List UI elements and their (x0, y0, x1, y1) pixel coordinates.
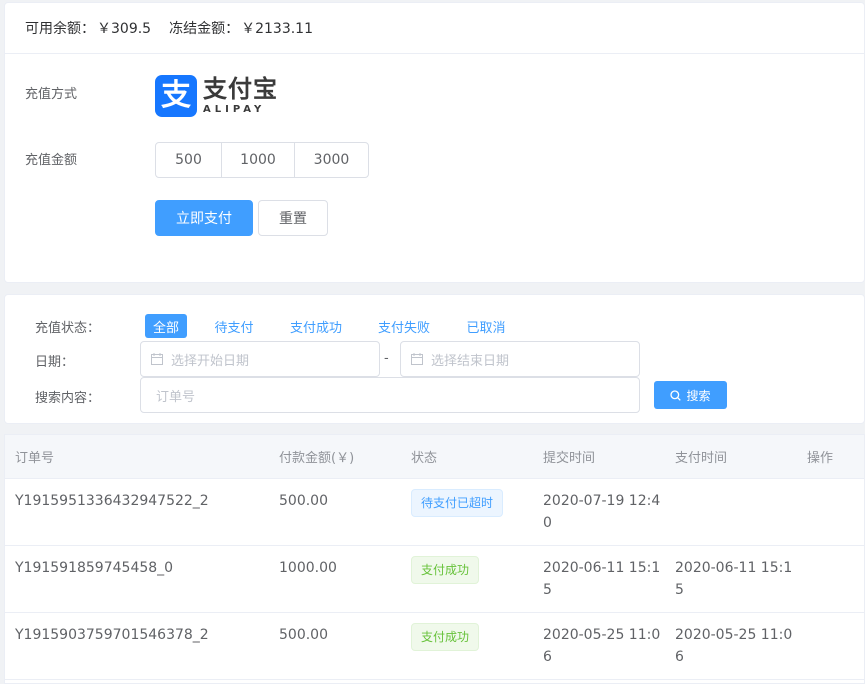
submit-time: 2020-05-25 11:06 (543, 627, 661, 665)
end-date-placeholder: 选择结束日期 (431, 353, 510, 369)
header-amount: 付款金额(￥) (279, 451, 355, 466)
table-row: Y1915903759701546378_2 500.00 支付成功 2020-… (5, 613, 864, 680)
date-separator: - (384, 351, 389, 366)
order-search-input[interactable]: 订单号 (140, 377, 640, 413)
table-row: Y1915951336432947522_2 500.00 待支付已超时 202… (5, 479, 864, 546)
pay-time: 2020-05-25 11:06 (675, 627, 793, 665)
date-filter-label: 日期： (35, 355, 75, 370)
alipay-option[interactable]: 支 支付宝 ALIPAY (155, 75, 278, 117)
table-row: Y191591859745458_0 1000.00 支付成功 2020-06-… (5, 546, 864, 613)
status-badge: 支付成功 (411, 556, 480, 584)
pay-now-button[interactable]: 立即支付 (155, 200, 253, 236)
filter-card: 充值状态： 全部 待支付 支付成功 支付失败 已取消 日期： 选择开始日期 - … (4, 294, 865, 424)
alipay-logo-subtext: ALIPAY (203, 104, 266, 115)
pay-time: 2020-06-11 15:15 (675, 560, 793, 598)
amount-500-button[interactable]: 500 (155, 142, 222, 178)
amount-3000-button[interactable]: 3000 (294, 142, 369, 178)
status-tab-pending[interactable]: 待支付 (210, 314, 258, 338)
status-tab-success[interactable]: 支付成功 (286, 314, 346, 338)
search-input-placeholder: 订单号 (156, 389, 196, 405)
reset-button[interactable]: 重置 (258, 200, 328, 236)
status-tab-failed[interactable]: 支付失败 (374, 314, 434, 338)
header-submit-time: 提交时间 (543, 451, 596, 466)
status-tab-all[interactable]: 全部 (145, 314, 187, 338)
amount-1000-button[interactable]: 1000 (221, 142, 295, 178)
header-actions: 操作 (807, 451, 834, 466)
status-badge: 待支付已超时 (411, 489, 504, 517)
amount-button-group: 500 1000 3000 (155, 142, 369, 178)
end-date-input[interactable]: 选择结束日期 (400, 341, 640, 377)
header-pay-time: 支付时间 (675, 451, 728, 466)
frozen-amount-label: 冻结金额： (169, 21, 240, 37)
table-header: 订单号 付款金额(￥) 状态 提交时间 支付时间 操作 (5, 435, 864, 479)
balance-bar: 可用余额： ￥309.5 冻结金额： ￥2133.11 (5, 3, 864, 54)
order-amount: 1000.00 (279, 560, 337, 576)
calendar-icon (151, 353, 163, 365)
submit-time: 2020-07-19 12:40 (543, 493, 661, 531)
orders-table: 订单号 付款金额(￥) 状态 提交时间 支付时间 操作 Y19159513364… (4, 434, 865, 684)
order-amount: 500.00 (279, 493, 328, 509)
available-balance-label: 可用余额： (25, 21, 95, 37)
search-content-label: 搜索内容： (35, 391, 101, 406)
frozen-amount-value: ￥2133.11 (241, 21, 313, 37)
search-button-label: 搜索 (686, 388, 711, 403)
available-balance-value: ￥309.5 (97, 21, 152, 37)
status-filter-label: 充值状态： (35, 321, 101, 336)
order-number: Y1915951336432947522_2 (15, 493, 209, 509)
order-number: Y1915903759701546378_2 (15, 627, 209, 643)
header-status: 状态 (411, 451, 438, 466)
start-date-placeholder: 选择开始日期 (171, 353, 250, 369)
recharge-method-label: 充值方式 (25, 87, 78, 102)
submit-time: 2020-06-11 15:15 (543, 560, 661, 598)
alipay-logo-text: 支付宝 (203, 75, 278, 103)
header-order-no: 订单号 (15, 451, 55, 466)
order-amount: 500.00 (279, 627, 328, 643)
search-button[interactable]: 搜索 (654, 381, 727, 409)
recharge-card: 可用余额： ￥309.5 冻结金额： ￥2133.11 充值方式 支 支付宝 A… (4, 2, 865, 283)
status-badge: 支付成功 (411, 623, 480, 651)
order-number: Y191591859745458_0 (15, 560, 174, 576)
search-icon (670, 389, 682, 401)
status-tab-cancelled[interactable]: 已取消 (462, 314, 510, 338)
calendar-icon (411, 353, 423, 365)
start-date-input[interactable]: 选择开始日期 (140, 341, 380, 377)
alipay-icon: 支 (155, 75, 197, 117)
recharge-amount-label: 充值金额 (25, 153, 78, 168)
